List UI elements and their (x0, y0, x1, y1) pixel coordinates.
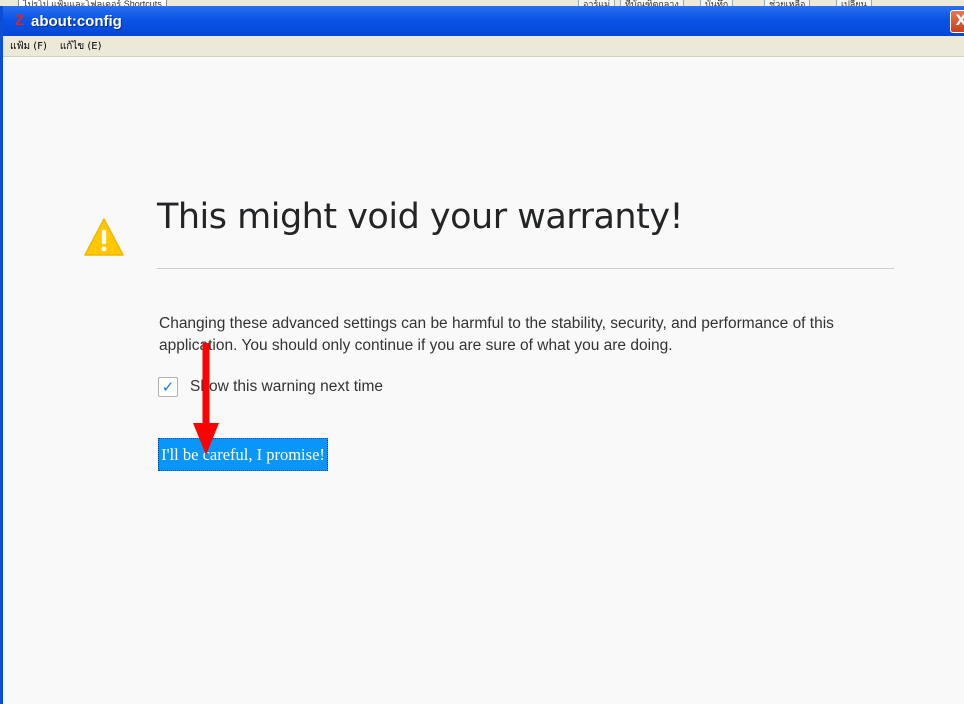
warning-page: This might void your warranty! Changing … (3, 57, 964, 704)
warning-description: Changing these advanced settings can be … (159, 315, 834, 354)
accept-risk-button[interactable]: I'll be careful, I promise! (158, 438, 328, 471)
checkmark-icon: ✓ (161, 378, 175, 396)
menu-bar: แฟ้ม (F) แก้ไข (E) (3, 36, 964, 57)
menu-edit[interactable]: แก้ไข (E) (60, 39, 102, 54)
red-arrow-annotation-icon (193, 343, 219, 455)
close-button[interactable]: X (950, 10, 964, 33)
warning-triangle-icon (84, 218, 124, 256)
firefox-z-icon: Z (15, 12, 25, 29)
config-window: Z about:config X แฟ้ม (F) แก้ไข (E) This… (0, 6, 964, 704)
page-title: This might void your warranty! (157, 197, 684, 237)
menu-file[interactable]: แฟ้ม (F) (10, 39, 47, 54)
divider (157, 268, 894, 269)
window-title: about:config (31, 12, 122, 30)
title-bar[interactable]: Z about:config X (3, 6, 964, 36)
show-warning-checkbox[interactable]: ✓ (158, 377, 178, 397)
